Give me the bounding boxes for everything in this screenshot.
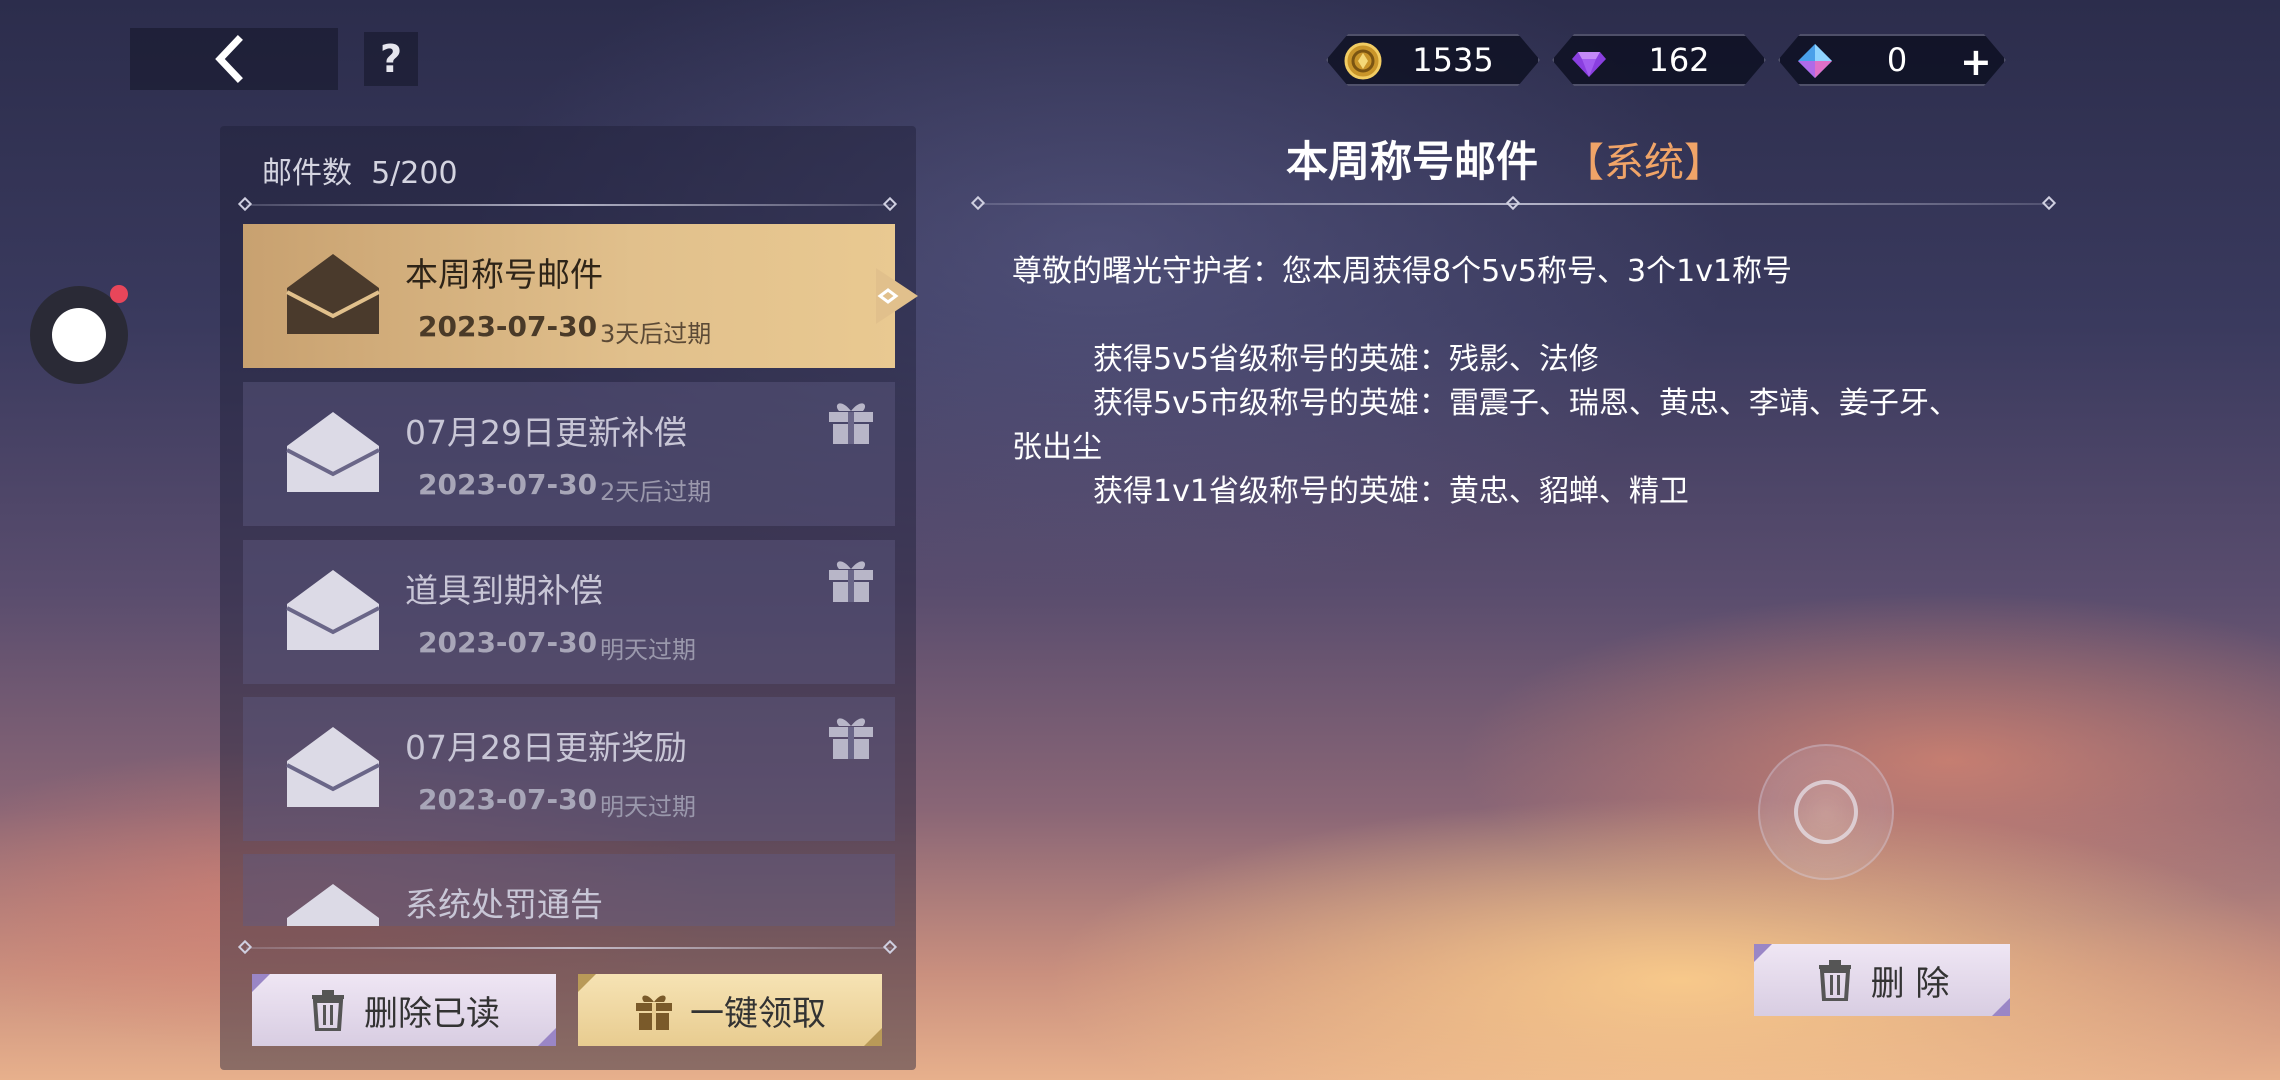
claim-all-label: 一键领取: [690, 993, 826, 1034]
mail-item[interactable]: 本周称号邮件 2023-07-30 3天后过期: [243, 224, 895, 368]
mail-item-date: 2023-07-30: [418, 310, 598, 343]
envelope-icon: [287, 884, 379, 926]
mail-detail-title: 本周称号邮件: [1286, 137, 1539, 186]
mail-count-value: 5/200: [371, 156, 458, 191]
mail-line-2a: 获得5v5市级称号的英雄：雷震子、瑞恩、黄忠、李靖、姜子牙、: [1093, 386, 1959, 421]
back-button[interactable]: [200, 28, 260, 90]
mail-item-title: 07月28日更新奖励: [405, 728, 687, 767]
crystal-currency[interactable]: 0 +: [1778, 34, 2006, 86]
mail-item-expiry: 明天过期: [600, 636, 696, 664]
virtual-joystick[interactable]: [1758, 744, 1894, 880]
add-currency-button[interactable]: +: [1960, 40, 1992, 84]
gift-icon: [829, 718, 873, 759]
mail-count: 邮件数 5/200: [262, 148, 458, 192]
crystal-amount: 0: [1886, 41, 1908, 79]
trash-icon: [312, 990, 344, 1031]
mail-item-expiry: 2天后过期: [600, 478, 712, 506]
purple-gem-icon: [1570, 42, 1608, 80]
blue-crystal-icon: [1796, 42, 1834, 80]
mail-item-title: 系统处罚通告: [405, 885, 603, 924]
delete-read-label: 删除已读: [364, 993, 500, 1034]
delete-read-button[interactable]: 删除已读: [252, 974, 556, 1046]
gold-coin-icon: [1344, 42, 1382, 80]
list-bottom-divider: [246, 947, 892, 949]
envelope-open-icon: [286, 254, 380, 334]
mail-item-expiry: 3天后过期: [600, 320, 712, 348]
divider-ornament: [970, 195, 986, 211]
divider-ornament: [1505, 195, 1521, 211]
delete-button[interactable]: 删 除: [1754, 944, 2010, 1016]
divider-ornament: [2041, 195, 2057, 211]
claim-all-button[interactable]: 一键领取: [578, 974, 882, 1046]
gold-amount: 1535: [1412, 41, 1494, 79]
envelope-icon: [286, 412, 380, 492]
list-top-divider: [246, 204, 892, 206]
gift-icon: [829, 561, 873, 602]
mail-item-expiry: 明天过期: [600, 793, 696, 821]
selection-pointer-icon: [876, 268, 918, 324]
delete-label: 删 除: [1870, 963, 1950, 1004]
mail-item-title: 道具到期补偿: [405, 571, 603, 610]
mail-line-3: 获得1v1省级称号的英雄：黄忠、貂蝉、精卫: [1093, 474, 1689, 509]
gift-icon: [636, 995, 672, 1030]
mail-item[interactable]: 道具到期补偿 2023-07-30 明天过期: [243, 540, 895, 684]
notification-dot: [110, 285, 128, 303]
mail-item[interactable]: 系统处罚通告: [243, 854, 895, 926]
envelope-icon: [286, 570, 380, 650]
envelope-icon: [286, 727, 380, 807]
mail-greeting: 尊敬的曙光守护者：您本周获得8个5v5称号、3个1v1称号: [1012, 254, 1793, 289]
mail-detail-tag: 【系统】: [1564, 140, 1724, 186]
gem-amount: 162: [1648, 41, 1710, 79]
mail-item[interactable]: 07月28日更新奖励 2023-07-30 明天过期: [243, 697, 895, 841]
mail-count-label: 邮件数: [262, 156, 352, 191]
gem-currency[interactable]: 162: [1552, 34, 1766, 86]
gift-icon: [829, 403, 873, 444]
gold-currency[interactable]: 1535: [1326, 34, 1540, 86]
trash-icon: [1818, 960, 1851, 1001]
mail-line-1: 获得5v5省级称号的英雄：残影、法修: [1093, 342, 1599, 377]
mail-item-date: 2023-07-30: [418, 626, 598, 659]
mail-item-title: 07月29日更新补偿: [405, 413, 687, 452]
mail-line-2b: 张出尘: [1012, 430, 1102, 465]
mail-item-date: 2023-07-30: [418, 783, 598, 816]
mail-item[interactable]: 07月29日更新补偿 2023-07-30 2天后过期: [243, 382, 895, 526]
mail-item-date: 2023-07-30: [418, 468, 598, 501]
chevron-left-icon: [215, 35, 243, 83]
mail-item-title: 本周称号邮件: [405, 255, 603, 294]
help-button[interactable]: ?: [364, 32, 418, 86]
